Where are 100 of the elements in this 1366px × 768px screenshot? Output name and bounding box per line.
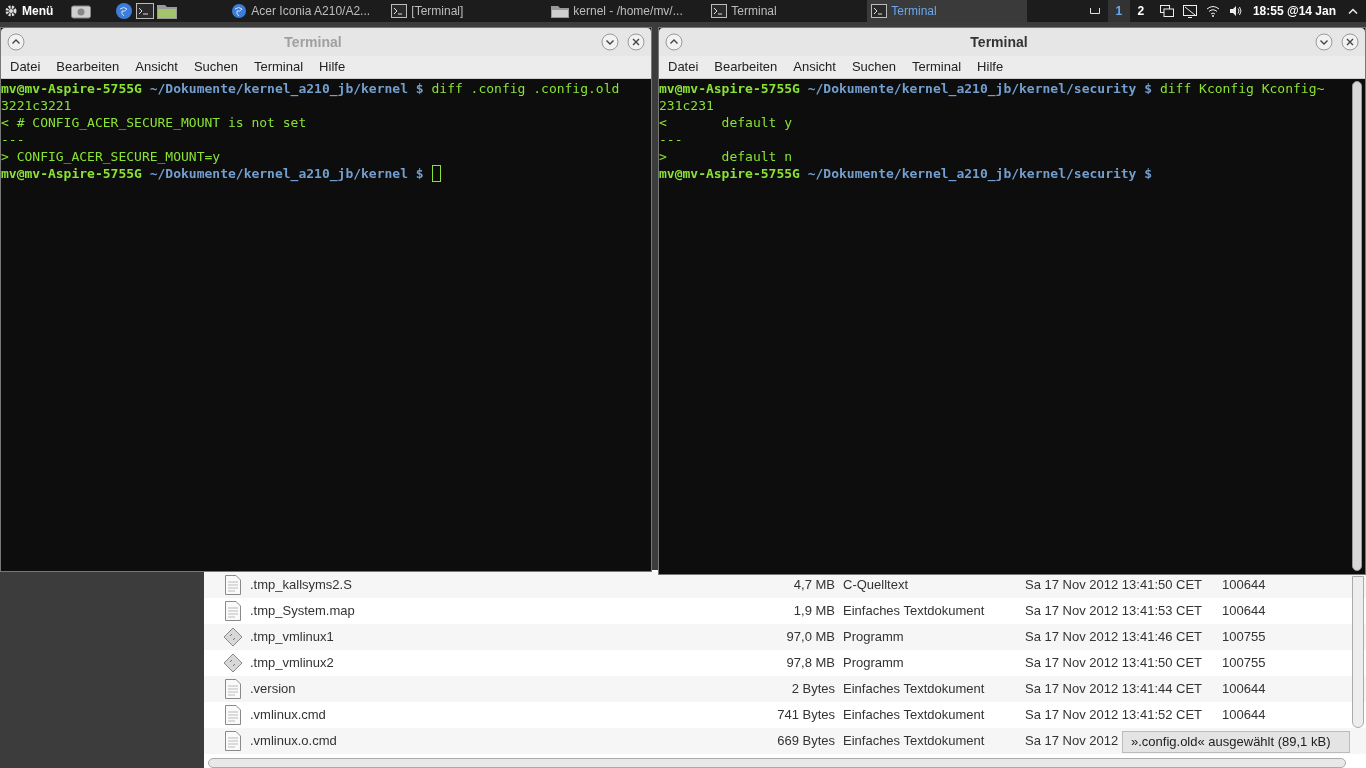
file-size: 741 Bytes (776, 706, 835, 725)
file-row[interactable]: .tmp_vmlinux1 97,0 MB Programm Sa 17 Nov 2012 13:41:46 CET 100755 (204, 624, 1366, 650)
folder-icon[interactable] (551, 4, 570, 18)
file-row[interactable]: .tmp_kallsyms2.S 4,7 MB C-Quelltext Sa 17 Nov 2012 13:41:50 CET 100644 (204, 572, 1366, 598)
prompt-user: mv@mv-Aspire-5755G (1, 80, 142, 97)
minimize-icon[interactable] (601, 33, 619, 51)
terminal-icon[interactable] (136, 3, 155, 19)
document-icon (225, 575, 241, 595)
menu-item[interactable]: Datei (661, 57, 706, 77)
terminal-output: diff .config .config.old (430, 80, 620, 97)
terminal-icon[interactable] (871, 4, 888, 18)
prompt-path: ~/Dokumente/kernel_a210_jb/kernel/security $ (806, 165, 1153, 182)
modified-date: Sa 17 Nov 2012 13:41:50 CET (1025, 577, 1203, 593)
document-icon (225, 601, 241, 621)
terminal-output: < default y (659, 114, 793, 131)
file-name: .vmlinux.cmd (250, 706, 327, 725)
taskbar-button[interactable]: kernel - /home/mv/... (547, 0, 708, 22)
permissions: 100755 (1222, 654, 1266, 673)
permissions: 100755 (1222, 628, 1266, 647)
window-title: Terminal (969, 32, 1029, 52)
file-type: Programm (842, 628, 905, 647)
prompt-path: ~/Dokumente/kernel_a210_jb/kernel $ (148, 80, 424, 97)
file-type: Einfaches Textdokument (842, 680, 986, 699)
file-type: Programm (842, 654, 905, 673)
modified-date: Sa 17 Nov 2012 13:41:53 CET (1025, 603, 1203, 619)
file-type: Einfaches Textdokument (842, 706, 986, 725)
menu-item[interactable]: Hilfe (970, 57, 1011, 77)
file-size: 1,9 MB (792, 602, 835, 621)
permissions: 100644 (1222, 602, 1266, 621)
minimize-icon[interactable] (1315, 33, 1333, 51)
prompt-user: mv@mv-Aspire-5755G (659, 80, 800, 97)
file-row[interactable]: .version 2 Bytes Einfaches Textdokument Sa 17 Nov 2012 13:41:44 CET 100644 (204, 676, 1366, 702)
folder-icon[interactable] (157, 3, 178, 19)
vertical-scrollbar[interactable] (1352, 576, 1364, 728)
menu-item[interactable]: Terminal (905, 57, 969, 77)
menu-item[interactable]: Datei (3, 57, 48, 77)
file-name: .tmp_vmlinux1 (250, 628, 335, 647)
menu-item[interactable]: Suchen (186, 57, 245, 77)
status-tooltip: ».config.old« ausgewählt (89,1 kB) (1122, 731, 1350, 753)
permissions: 100644 (1222, 576, 1266, 595)
document-icon (225, 731, 241, 751)
menu-item[interactable]: Hilfe (312, 57, 353, 77)
terminal-icon[interactable] (391, 4, 408, 18)
gear-icon (4, 4, 18, 18)
document-icon (225, 705, 241, 725)
taskbar-button[interactable]: Terminal (707, 0, 868, 22)
document-icon (225, 679, 241, 699)
close-icon[interactable] (627, 33, 645, 51)
prompt-path: ~/Dokumente/kernel_a210_jb/kernel/security $ (806, 80, 1153, 97)
terminal-output: > CONFIG_ACER_SECURE_MOUNT=y (1, 148, 221, 165)
modified-date: Sa 17 Nov 2012 13:41:46 CET (1025, 629, 1203, 645)
menu-item[interactable]: Bearbeiten (707, 57, 785, 77)
workspace-button[interactable]: 2 (1129, 0, 1152, 22)
file-size: 669 Bytes (776, 732, 835, 751)
file-name: .tmp_kallsyms2.S (250, 576, 353, 595)
menu-item[interactable]: Suchen (844, 57, 903, 77)
prompt-user: mv@mv-Aspire-5755G (1, 165, 142, 182)
file-size: 2 Bytes (790, 680, 835, 699)
menu-item[interactable]: Ansicht (128, 57, 185, 77)
terminal-scrollbar[interactable] (1352, 81, 1362, 571)
diamond-file-icon (223, 653, 243, 673)
file-size: 97,8 MB (785, 654, 835, 673)
permissions: 100644 (1222, 680, 1266, 699)
menu-item[interactable]: Ansicht (786, 57, 843, 77)
workspace-button[interactable]: 1 (1107, 0, 1130, 22)
prompt-user: mv@mv-Aspire-5755G (659, 165, 800, 182)
globe-icon[interactable] (115, 2, 134, 20)
taskbar-button[interactable]: [Terminal] (387, 0, 548, 22)
collapse-icon[interactable] (665, 33, 683, 51)
modified-date: Sa 17 Nov 2012 13:41:50 CET (1025, 655, 1203, 671)
wifi-icon[interactable] (1205, 5, 1220, 17)
terminal-output: 3221c3221 (1, 97, 72, 114)
terminal-output: < # CONFIG_ACER_SECURE_MOUNT is not set (1, 114, 307, 131)
camera-icon[interactable] (71, 3, 92, 19)
close-icon[interactable] (1341, 33, 1359, 51)
permissions: 100644 (1222, 706, 1266, 725)
file-name: .tmp_System.map (250, 602, 356, 621)
modified-date: Sa 17 Nov 2012 13:41:44 CET (1025, 681, 1203, 697)
menu-button[interactable]: Menü (0, 0, 58, 22)
file-type: C-Quelltext (842, 576, 910, 595)
file-type: Einfaches Textdokument (842, 602, 986, 621)
globe-icon[interactable] (231, 3, 248, 19)
horizontal-scrollbar[interactable] (208, 758, 1346, 768)
terminal-icon[interactable] (711, 4, 728, 18)
monitor-icon[interactable] (1182, 4, 1197, 18)
clock[interactable]: 18:55 @14 Jan (1252, 2, 1336, 20)
terminal-output: --- (1, 131, 25, 148)
menu-item[interactable]: Bearbeiten (49, 57, 127, 77)
caret-up-icon[interactable] (1348, 8, 1358, 14)
file-name: .vmlinux.o.cmd (250, 732, 338, 751)
windows-icon[interactable] (1159, 5, 1174, 17)
menu-item[interactable]: Terminal (247, 57, 311, 77)
taskbar-button[interactable]: Acer Iconia A210/A2... (227, 0, 388, 22)
window-title: Terminal (283, 32, 343, 52)
file-name: .version (250, 680, 297, 699)
collapse-icon[interactable] (7, 33, 25, 51)
volume-icon[interactable] (1228, 5, 1243, 17)
terminal-output: diff Kconfig Kconfig~ (1158, 80, 1325, 97)
taskbar-button[interactable]: Terminal (867, 0, 1028, 22)
file-type: Einfaches Textdokument (842, 732, 986, 751)
